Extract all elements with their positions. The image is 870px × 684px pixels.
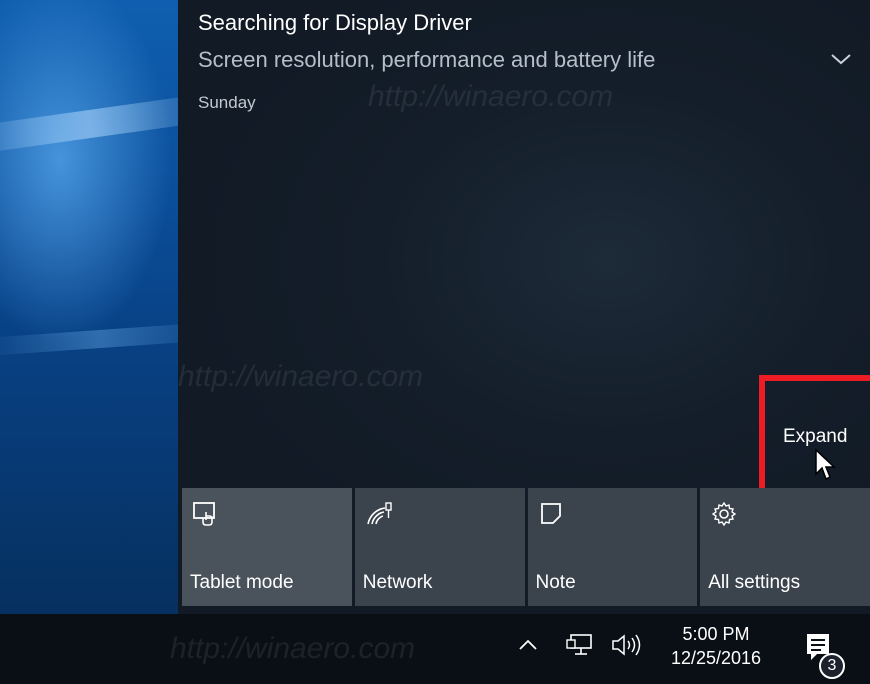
notification-body: Screen resolution, performance and batte… (198, 47, 656, 72)
quick-actions: Tablet mode Network Note All settings (182, 488, 870, 606)
volume-icon[interactable] (610, 632, 644, 658)
tile-label: Tablet mode (190, 572, 294, 593)
mouse-cursor-icon (815, 448, 836, 481)
action-center-panel: Searching for Display Driver Screen reso… (178, 0, 870, 614)
tile-label: Note (535, 572, 576, 593)
watermark: http://winaero.com (178, 360, 424, 393)
expand-link[interactable]: Expand (783, 426, 847, 448)
clock-time: 5:00 PM (682, 624, 750, 644)
tile-label: Network (362, 572, 433, 593)
chevron-up-icon[interactable] (517, 634, 539, 656)
gear-icon (711, 501, 737, 527)
notification-title: Searching for Display Driver (198, 10, 472, 35)
notification-count-badge: 3 (819, 653, 845, 679)
chevron-down-icon[interactable] (828, 48, 854, 70)
tile-label: All settings (708, 572, 801, 593)
network-wired-icon[interactable] (565, 632, 595, 658)
all-settings-tile[interactable]: All settings (700, 488, 870, 606)
light-beam (0, 321, 178, 357)
desktop-background (0, 0, 178, 614)
watermark: http://winaero.com (368, 80, 614, 113)
taskbar-clock[interactable]: 5:00 PM 12/25/2016 (656, 622, 776, 670)
note-tile[interactable]: Note (527, 488, 698, 606)
watermark: http://winaero.com (170, 632, 416, 665)
tablet-mode-icon (193, 502, 215, 526)
light-beam (0, 92, 178, 156)
clock-date: 12/25/2016 (670, 648, 762, 668)
network-tile[interactable]: Network (354, 488, 525, 606)
notification-time: Sunday (198, 93, 256, 112)
tablet-mode-tile[interactable]: Tablet mode (182, 488, 352, 606)
network-wifi-icon (366, 502, 392, 525)
note-icon (540, 503, 561, 524)
